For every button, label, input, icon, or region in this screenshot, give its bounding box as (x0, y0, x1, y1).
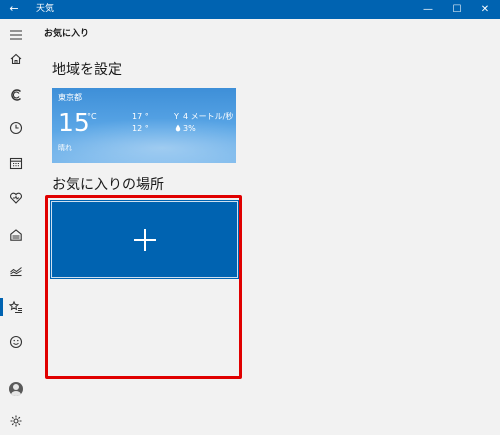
nav-forecast[interactable] (0, 47, 32, 71)
tile-city: 東京都 (58, 93, 82, 102)
tile-wind: 4 メートル/秒 (183, 112, 234, 121)
page-header: お気に入り (32, 19, 500, 49)
settings-button[interactable] (0, 409, 32, 433)
page-title: お気に入り (44, 29, 90, 39)
account-button[interactable] (0, 377, 32, 401)
clock-icon (9, 121, 23, 135)
highlight-frame (45, 195, 242, 379)
tile-temperature-unit: °C (87, 112, 97, 121)
tile-condition: 晴れ (58, 144, 72, 152)
window-title: 天気 (36, 4, 55, 14)
settings-gear-icon (10, 415, 22, 427)
user-avatar-icon (9, 382, 23, 396)
maximize-button[interactable]: ☐ (443, 0, 471, 19)
nav-home[interactable] (0, 223, 32, 247)
hamburger-menu-button[interactable] (0, 23, 32, 47)
minimize-button[interactable]: — (414, 0, 442, 19)
nav-historical[interactable] (0, 116, 32, 140)
close-button[interactable]: ✕ (471, 0, 499, 19)
nav-maps[interactable] (0, 83, 32, 107)
calendar-icon (9, 157, 23, 170)
tile-precipitation: 3% (183, 124, 196, 133)
back-button[interactable]: ← (6, 1, 22, 17)
smiley-icon (9, 335, 23, 349)
tile-temperature: 15 (58, 108, 90, 137)
news-icon (11, 89, 21, 101)
favorites-icon (9, 300, 22, 313)
heart-icon (10, 192, 22, 204)
tile-high-temp: 17 ° (132, 112, 149, 121)
nav-feedback[interactable] (0, 330, 32, 354)
nav-rail (0, 19, 32, 435)
title-bar: ← 天気 — ☐ ✕ (0, 0, 500, 19)
nav-favorites[interactable] (0, 295, 32, 319)
tile-low-temp: 12 ° (132, 124, 149, 133)
home-icon (10, 53, 22, 65)
nav-charts[interactable] (0, 258, 32, 282)
home-section-title: 地域を設定 (52, 62, 122, 78)
wind-icon: Y (174, 112, 179, 121)
chart-icon (10, 267, 22, 277)
hamburger-menu-icon (10, 30, 22, 40)
raindrop-icon (175, 124, 181, 135)
house-icon (10, 229, 22, 241)
favorites-section-title: お気に入りの場所 (52, 177, 164, 193)
nav-calendar[interactable] (0, 151, 32, 175)
nav-life[interactable] (0, 186, 32, 210)
home-location-tile[interactable]: 東京都 15 °C 晴れ 17 ° 12 ° Y 4 メートル/秒 3% (52, 88, 236, 163)
